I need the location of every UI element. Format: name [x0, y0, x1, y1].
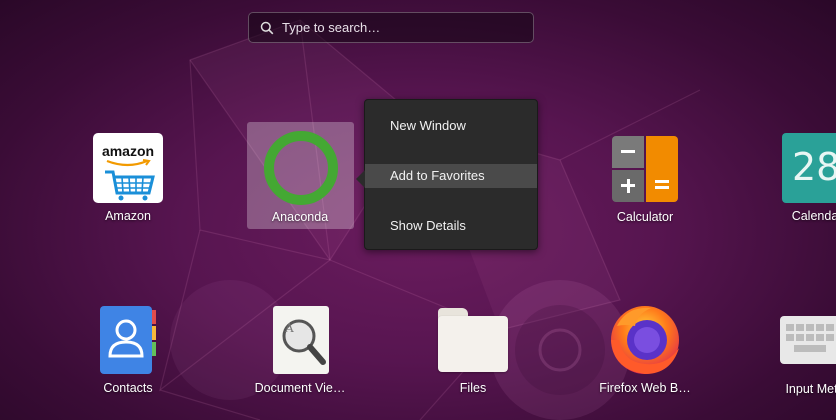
- menu-item-show-details[interactable]: Show Details: [365, 214, 537, 238]
- app-label: Calculator: [616, 210, 674, 224]
- firefox-icon: [611, 306, 679, 374]
- search-bar[interactable]: [248, 12, 534, 43]
- files-icon: [438, 308, 508, 372]
- anaconda-icon: [264, 131, 338, 205]
- calendar-day: 28: [792, 145, 836, 189]
- app-label: Files: [459, 381, 487, 395]
- cart-icon: [105, 170, 155, 201]
- amazon-icon: amazon: [93, 133, 163, 203]
- keyboard-icon: [780, 316, 836, 364]
- menu-item-add-to-favorites[interactable]: Add to Favorites: [365, 164, 537, 188]
- menu-item-new-window[interactable]: New Window: [365, 114, 537, 138]
- search-input[interactable]: [282, 20, 512, 35]
- document-viewer-icon: A: [273, 306, 329, 374]
- app-label: Amazon: [105, 209, 151, 223]
- app-label: Firefox Web B…: [599, 381, 691, 395]
- menu-pointer: [356, 170, 365, 188]
- amazon-logo-text: amazon: [101, 143, 155, 159]
- svg-text:A: A: [284, 321, 294, 335]
- contacts-icon: [100, 306, 156, 374]
- calendar-icon: 28: [782, 133, 836, 203]
- app-label: Calenda: [791, 209, 836, 223]
- app-label: Anaconda: [271, 210, 329, 224]
- app-label: Input Meth: [785, 382, 836, 396]
- app-label: Document Vie…: [254, 381, 346, 395]
- app-label: Contacts: [103, 381, 153, 395]
- calculator-icon: [612, 136, 678, 202]
- context-menu: New Window Add to Favorites Show Details: [356, 99, 538, 250]
- amazon-smile: [106, 159, 151, 167]
- search-icon: [260, 21, 274, 34]
